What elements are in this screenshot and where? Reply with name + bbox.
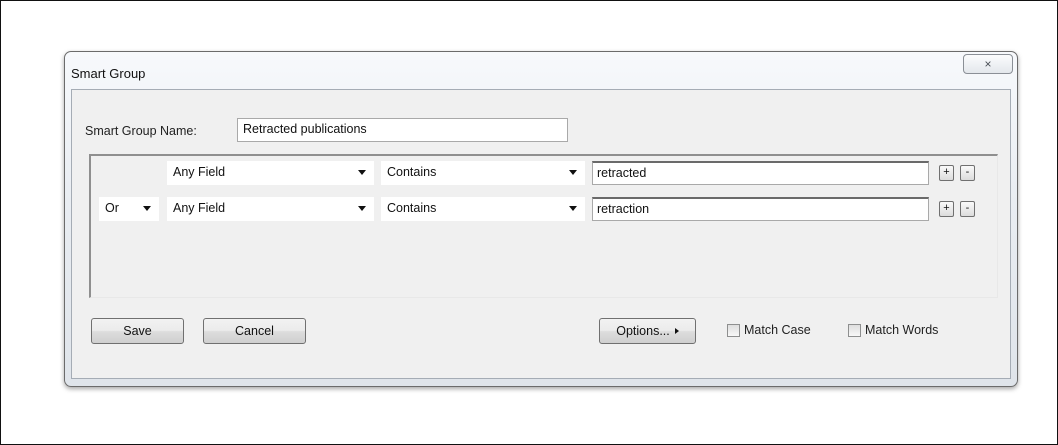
- remove-criteria-button[interactable]: -: [960, 165, 975, 181]
- chevron-down-icon: [358, 206, 366, 211]
- field-dropdown[interactable]: Any Field: [167, 161, 374, 185]
- chevron-down-icon: [358, 170, 366, 175]
- match-words-label: Match Words: [865, 323, 939, 337]
- criteria-panel: Any Field Contains retracted + - Or Any …: [89, 154, 998, 298]
- operator-dropdown-value: Contains: [387, 201, 437, 215]
- chevron-down-icon: [569, 170, 577, 175]
- operator-dropdown[interactable]: Contains: [381, 197, 585, 221]
- field-dropdown[interactable]: Any Field: [167, 197, 374, 221]
- cancel-button-label: Cancel: [235, 324, 274, 338]
- criteria-row: Or Any Field Contains retraction + -: [91, 197, 997, 221]
- match-words-option[interactable]: Match Words: [848, 322, 938, 338]
- field-dropdown-value: Any Field: [173, 201, 226, 215]
- remove-criteria-button[interactable]: -: [960, 201, 975, 217]
- smart-group-dialog: Smart Group × Smart Group Name: Retracte…: [64, 51, 1018, 387]
- add-criteria-button[interactable]: +: [939, 165, 954, 181]
- save-button-label: Save: [123, 324, 152, 338]
- match-case-label: Match Case: [744, 323, 811, 337]
- options-button[interactable]: Options...: [599, 318, 696, 344]
- connector-dropdown-value: Or: [105, 201, 119, 215]
- add-criteria-button[interactable]: +: [939, 201, 954, 217]
- chevron-down-icon: [143, 206, 151, 211]
- dialog-client-area: Smart Group Name: Retracted publications…: [71, 89, 1011, 379]
- match-case-option[interactable]: Match Case: [727, 322, 811, 338]
- match-case-checkbox[interactable]: [727, 323, 740, 337]
- options-button-label: Options...: [616, 324, 670, 338]
- criteria-value-input[interactable]: retraction: [592, 197, 929, 221]
- close-icon: ×: [984, 57, 992, 71]
- chevron-down-icon: [569, 206, 577, 211]
- connector-dropdown[interactable]: Or: [99, 197, 159, 221]
- close-button[interactable]: ×: [963, 54, 1013, 74]
- operator-dropdown-value: Contains: [387, 165, 437, 179]
- field-dropdown-value: Any Field: [173, 165, 226, 179]
- smart-group-name-label: Smart Group Name:: [85, 124, 197, 138]
- title-bar: Smart Group ×: [65, 52, 1017, 86]
- match-words-checkbox[interactable]: [848, 323, 861, 337]
- triangle-right-icon: [674, 328, 679, 334]
- cancel-button[interactable]: Cancel: [203, 318, 306, 344]
- operator-dropdown[interactable]: Contains: [381, 161, 585, 185]
- criteria-row: Any Field Contains retracted + -: [91, 161, 997, 185]
- smart-group-name-input[interactable]: Retracted publications: [237, 118, 568, 142]
- save-button[interactable]: Save: [91, 318, 184, 344]
- dialog-title: Smart Group: [71, 66, 146, 81]
- criteria-value-input[interactable]: retracted: [592, 161, 929, 185]
